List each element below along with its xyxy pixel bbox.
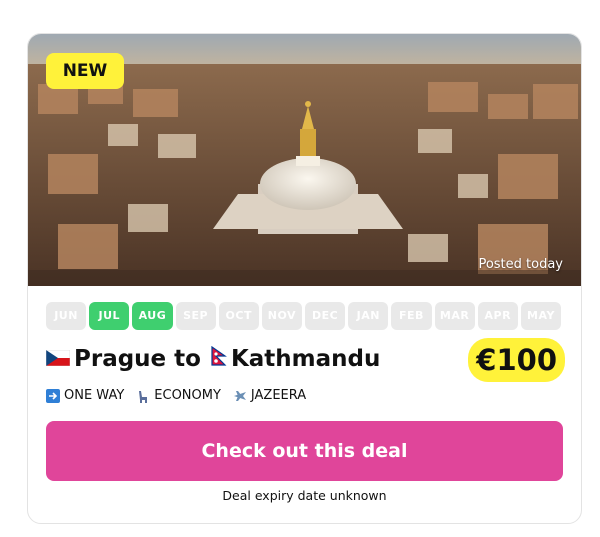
route-origin: Prague to: [74, 346, 201, 372]
deal-tags: ONE WAY ECONOMY JAZEERA: [46, 388, 306, 403]
route-title: Prague to Kathmandu: [45, 342, 381, 376]
trip-type-label: ONE WAY: [64, 388, 125, 403]
destination-photo: NEW Posted today: [28, 34, 581, 286]
airplane-icon: [233, 389, 247, 403]
price-tag: €100: [468, 338, 565, 382]
month-jul[interactable]: JUL: [89, 302, 130, 330]
cabin-label: ECONOMY: [154, 388, 221, 403]
nepal-flag-icon: [211, 345, 227, 372]
month-apr[interactable]: APR: [477, 302, 518, 330]
seat-icon: [136, 389, 150, 403]
airline-label: JAZEERA: [250, 388, 307, 403]
posted-date: Posted today: [478, 257, 563, 272]
month-selector: JUN JUL AUG SEP OCT NOV DEC JAN FEB MAR …: [46, 302, 562, 330]
arrow-right-icon: [46, 388, 60, 403]
czech-flag-icon: [45, 346, 71, 372]
month-aug[interactable]: AUG: [132, 302, 173, 330]
month-mar[interactable]: MAR: [434, 302, 475, 330]
month-jun[interactable]: JUN: [46, 302, 87, 330]
check-deal-button[interactable]: Check out this deal: [46, 421, 563, 481]
month-nov[interactable]: NOV: [261, 302, 303, 330]
new-badge: NEW: [46, 53, 124, 89]
month-sep[interactable]: SEP: [175, 302, 216, 330]
airline-tag: JAZEERA: [233, 388, 306, 403]
month-may[interactable]: MAY: [520, 302, 562, 330]
trip-type-tag: ONE WAY: [46, 388, 124, 403]
month-dec[interactable]: DEC: [305, 302, 346, 330]
cabin-tag: ECONOMY: [136, 388, 221, 403]
expiry-note: Deal expiry date unknown: [222, 488, 387, 503]
deal-card[interactable]: NEW Posted today JUN JUL AUG SEP OCT NOV…: [27, 33, 582, 524]
month-feb[interactable]: FEB: [391, 302, 432, 330]
route-destination: Kathmandu: [230, 346, 381, 372]
month-jan[interactable]: JAN: [348, 302, 389, 330]
month-oct[interactable]: OCT: [218, 302, 259, 330]
